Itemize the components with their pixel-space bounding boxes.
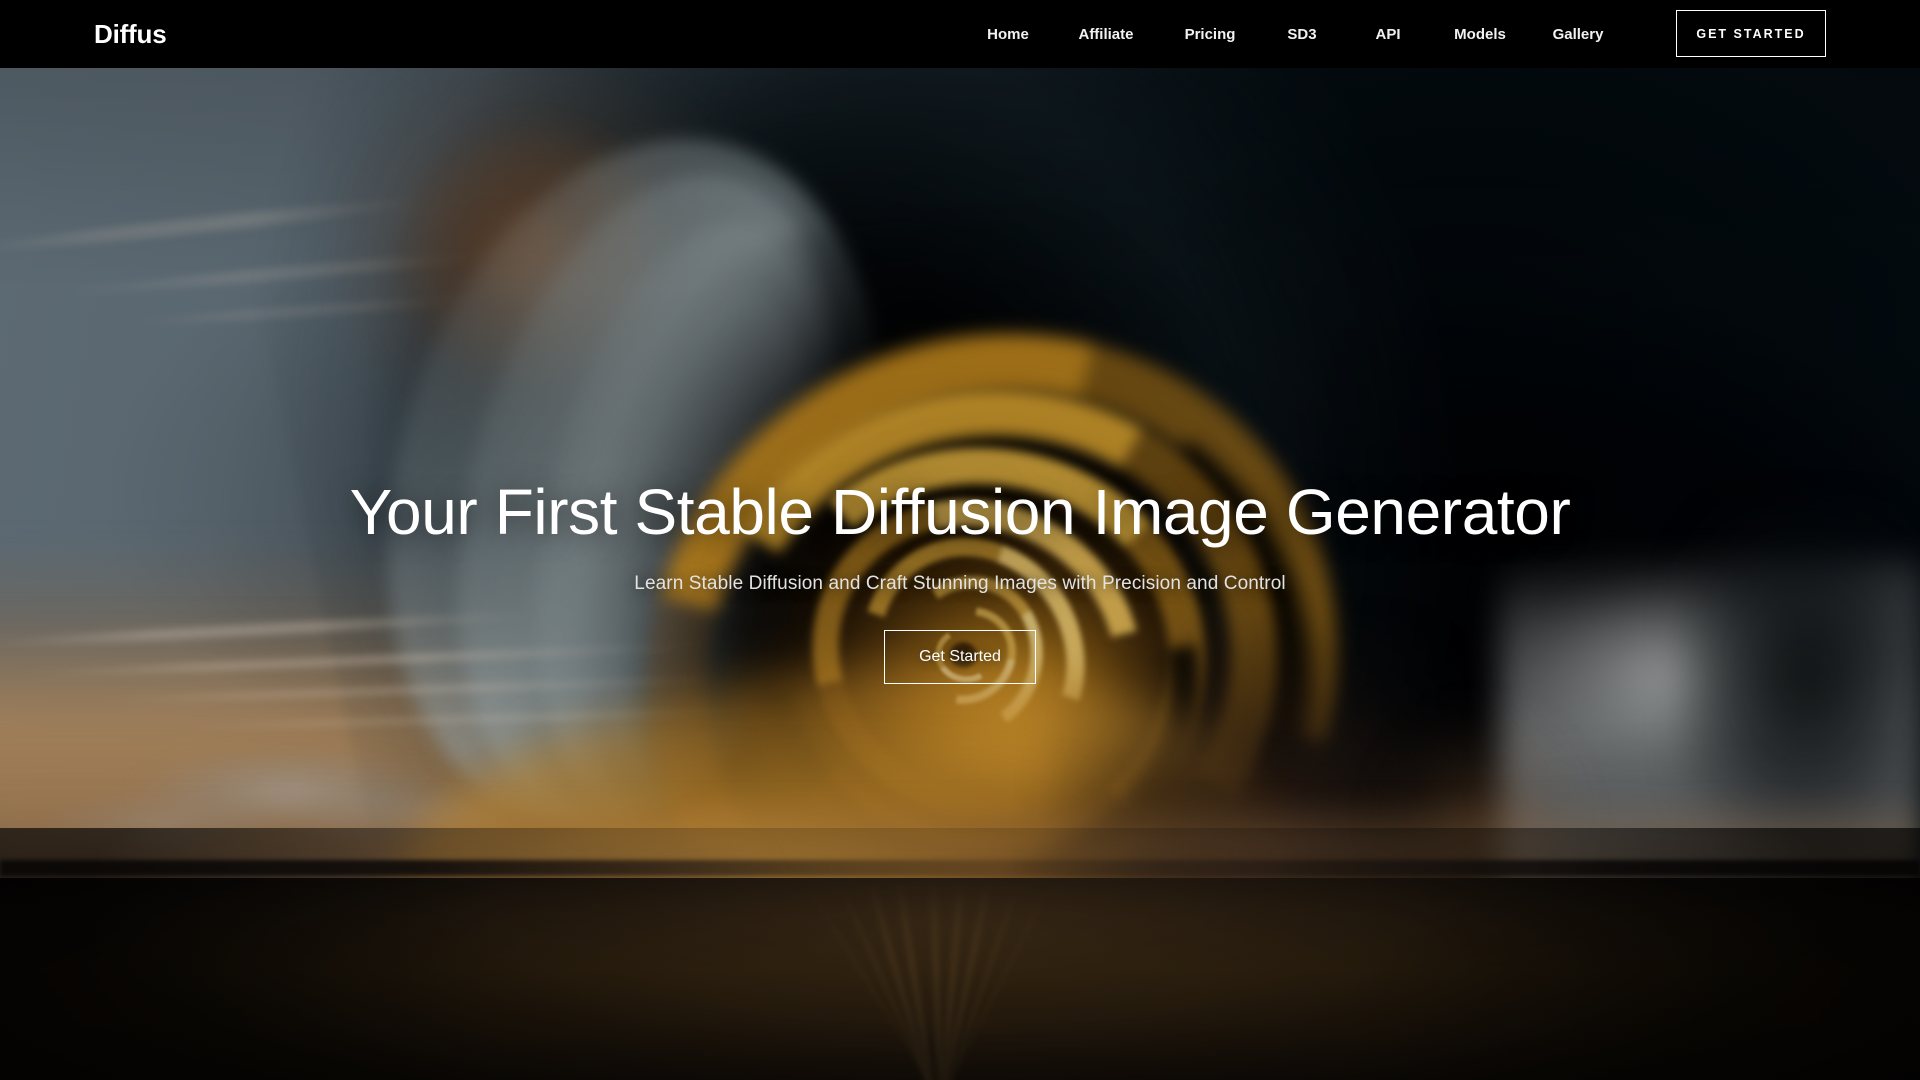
nav-item-sd3[interactable]: SD3 bbox=[1259, 0, 1345, 68]
nav-item-home[interactable]: Home bbox=[965, 0, 1051, 68]
nav-link-api[interactable]: API bbox=[1375, 27, 1400, 42]
nav-link-sd3[interactable]: SD3 bbox=[1287, 27, 1316, 42]
nav-link-gallery[interactable]: Gallery bbox=[1553, 27, 1604, 42]
hero-overlay-scrim bbox=[0, 68, 1920, 1080]
nav-item-affiliate[interactable]: Affiliate bbox=[1051, 0, 1161, 68]
nav-link-affiliate[interactable]: Affiliate bbox=[1078, 27, 1133, 42]
nav-item-models[interactable]: Models bbox=[1431, 0, 1529, 68]
main-navigation: Home Affiliate Pricing SD3 API Models Ga… bbox=[965, 0, 1627, 68]
hero-background-image bbox=[0, 68, 1920, 1080]
landing-page: Diffus Home Affiliate Pricing SD3 API Mo… bbox=[0, 0, 1920, 1080]
hero-get-started-button[interactable]: Get Started bbox=[884, 630, 1036, 685]
hero-section: Your First Stable Diffusion Image Genera… bbox=[0, 68, 1920, 1080]
nav-item-api[interactable]: API bbox=[1345, 0, 1431, 68]
header-get-started-button[interactable]: GET STARTED bbox=[1676, 10, 1826, 57]
nav-link-models[interactable]: Models bbox=[1454, 27, 1506, 42]
nav-link-home[interactable]: Home bbox=[987, 27, 1029, 42]
brand-logo[interactable]: Diffus bbox=[94, 21, 167, 47]
nav-item-gallery[interactable]: Gallery bbox=[1529, 0, 1627, 68]
nav-item-pricing[interactable]: Pricing bbox=[1161, 0, 1259, 68]
nav-link-pricing[interactable]: Pricing bbox=[1185, 27, 1236, 42]
site-header: Diffus Home Affiliate Pricing SD3 API Mo… bbox=[0, 0, 1920, 68]
